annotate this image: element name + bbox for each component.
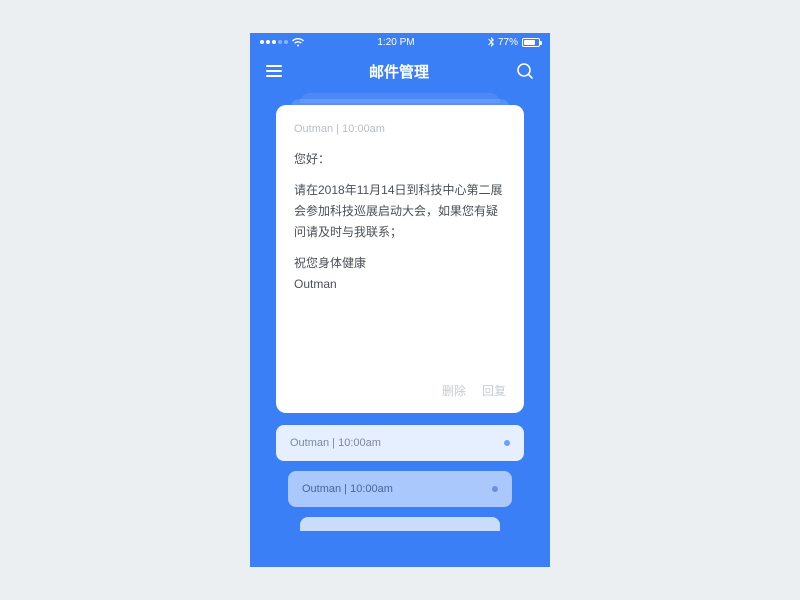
reply-button[interactable]: 回复 <box>482 382 506 399</box>
phone-frame: 1:20 PM 77% 邮件管理 Outman | 10:00am 您好： 请在… <box>250 33 550 567</box>
list-item-meta: Outman | 10:00am <box>302 483 393 495</box>
bluetooth-icon <box>488 37 494 47</box>
unread-dot-icon <box>492 486 498 492</box>
search-icon[interactable] <box>516 62 534 80</box>
email-greeting: 您好： <box>294 149 506 170</box>
card-stack: Outman | 10:00am 您好： 请在2018年11月14日到科技中心第… <box>276 105 524 413</box>
email-closing: 祝您身体健康 <box>294 256 366 270</box>
status-right: 77% <box>488 37 540 48</box>
signal-dots-icon <box>260 40 288 44</box>
status-bar: 1:20 PM 77% <box>250 33 550 51</box>
email-body: 您好： 请在2018年11月14日到科技中心第二展会参加科技巡展启动大会，如果您… <box>294 149 506 382</box>
list-item[interactable]: Outman | 10:00am <box>288 471 512 507</box>
list-item-peek <box>300 517 500 531</box>
battery-percent: 77% <box>498 37 518 48</box>
status-time: 1:20 PM <box>377 37 414 48</box>
card-actions: 删除 回复 <box>294 382 506 399</box>
wifi-icon <box>292 38 304 47</box>
battery-icon <box>522 38 540 47</box>
nav-bar: 邮件管理 <box>250 51 550 91</box>
email-content: 请在2018年11月14日到科技中心第二展会参加科技巡展启动大会，如果您有疑问请… <box>294 180 506 243</box>
email-card[interactable]: Outman | 10:00am 您好： 请在2018年11月14日到科技中心第… <box>276 105 524 413</box>
status-left <box>260 38 304 47</box>
email-meta: Outman | 10:00am <box>294 123 506 135</box>
list-item[interactable]: Outman | 10:00am <box>276 425 524 461</box>
list-item-meta: Outman | 10:00am <box>290 437 381 449</box>
menu-icon[interactable] <box>266 65 282 77</box>
email-signature: Outman <box>294 277 337 291</box>
delete-button[interactable]: 删除 <box>442 382 466 399</box>
page-title: 邮件管理 <box>369 61 429 82</box>
email-list: Outman | 10:00am Outman | 10:00am <box>276 425 524 531</box>
unread-dot-icon <box>504 440 510 446</box>
